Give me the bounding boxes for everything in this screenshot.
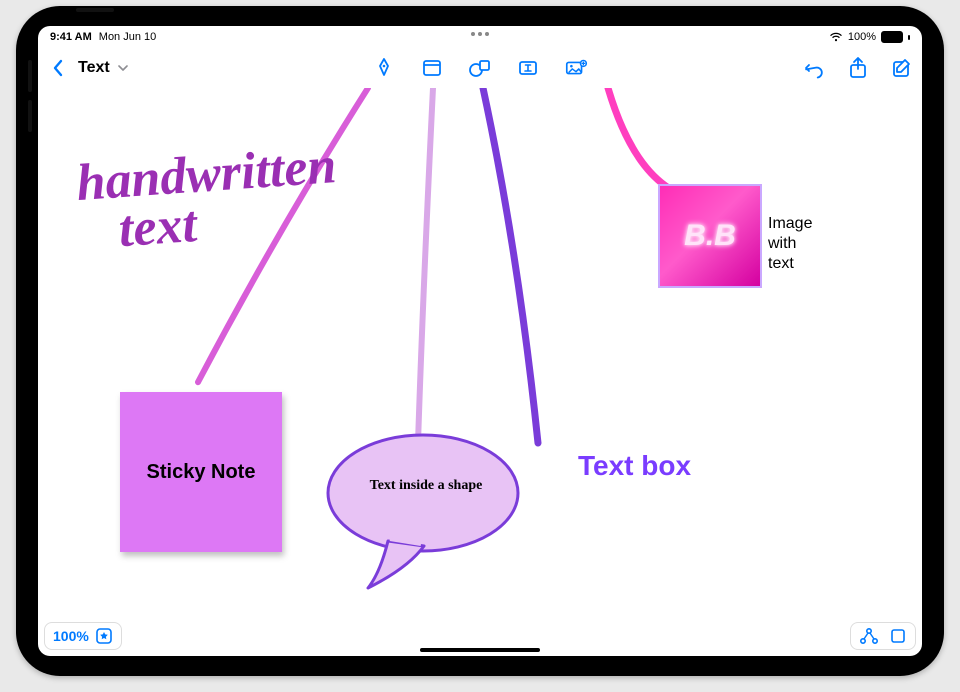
status-time: 9:41 AM [50, 31, 92, 43]
volume-down-hw [28, 100, 32, 132]
board-title[interactable]: Text [78, 59, 110, 77]
battery-tip-icon [908, 35, 910, 40]
battery-percent: 100% [848, 31, 876, 43]
compose-icon[interactable] [890, 56, 914, 80]
zoom-favorite-icon[interactable] [95, 627, 113, 645]
status-right: 100% [829, 31, 910, 43]
handwritten-line2: text [117, 196, 199, 258]
view-controls[interactable] [850, 622, 916, 650]
status-bar: 9:41 AM Mon Jun 10 100% [38, 26, 922, 48]
speech-bubble-text: Text inside a shape [336, 478, 516, 494]
grid-view-icon[interactable] [889, 627, 907, 645]
share-icon[interactable] [846, 56, 870, 80]
image-label: Image with text [768, 214, 812, 274]
toolbar: Text [38, 48, 922, 88]
ipad-device-frame: 9:41 AM Mon Jun 10 100% Text [16, 6, 944, 676]
connections-icon[interactable] [859, 627, 879, 645]
pen-tool-icon[interactable] [372, 56, 396, 80]
sticky-note-tool-icon[interactable] [420, 56, 444, 80]
speech-bubble-shape[interactable]: Text inside a shape [318, 428, 528, 578]
power-hw [76, 8, 114, 12]
media-tool-icon[interactable] [564, 56, 588, 80]
sticky-note-text: Sticky Note [147, 461, 256, 484]
image-caption: B.B [684, 219, 736, 253]
title-chevron-down-icon[interactable] [116, 56, 130, 80]
inserted-image[interactable]: B.B [658, 184, 762, 288]
undo-icon[interactable] [802, 56, 826, 80]
back-chevron-icon[interactable] [46, 56, 70, 80]
screen: 9:41 AM Mon Jun 10 100% Text [38, 26, 922, 656]
wifi-icon [829, 32, 843, 42]
text-box[interactable]: Text box [578, 450, 691, 482]
text-box-tool-icon[interactable] [516, 56, 540, 80]
multitask-dots-icon[interactable] [471, 32, 489, 36]
shape-tool-icon[interactable] [468, 56, 492, 80]
handwritten-text[interactable]: handwritten text [75, 141, 341, 258]
zoom-controls[interactable]: 100% [44, 622, 122, 650]
volume-up-hw [28, 60, 32, 92]
freeform-canvas[interactable]: handwritten text Sticky Note Text inside… [38, 88, 922, 656]
home-indicator[interactable] [420, 648, 540, 652]
sticky-note[interactable]: Sticky Note [120, 392, 282, 552]
status-date: Mon Jun 10 [99, 31, 156, 43]
zoom-value: 100% [53, 628, 89, 644]
battery-icon [881, 31, 903, 43]
